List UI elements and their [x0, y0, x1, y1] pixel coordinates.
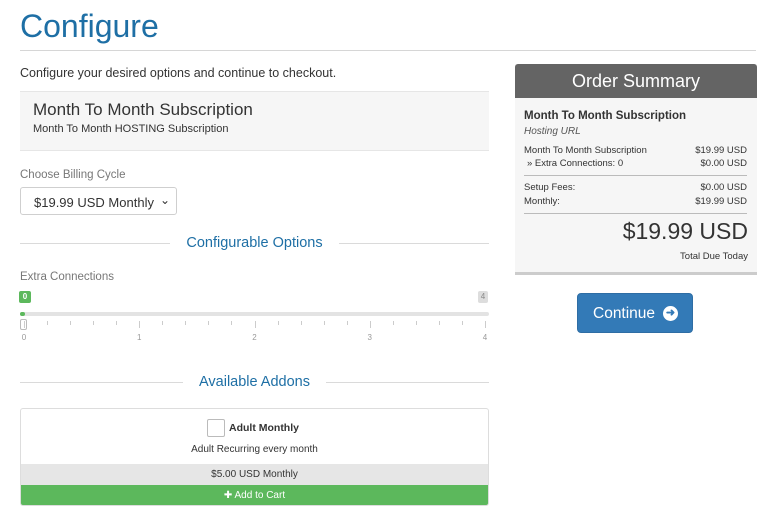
summary-total-label: Total Due Today — [680, 251, 748, 262]
slider-minor-tick — [415, 321, 417, 325]
order-summary-title: Order Summary — [515, 64, 757, 98]
intro-text: Configure your desired options and conti… — [20, 66, 337, 80]
summary-total: $19.99 USD — [622, 218, 748, 244]
slider-minor-tick — [231, 321, 233, 325]
summary-fee-row: Monthly: $19.99 USD — [524, 196, 747, 207]
summary-line-value: $19.99 USD — [695, 145, 747, 156]
slider-minor-tick — [116, 321, 118, 325]
slider-tick-label: 3 — [367, 333, 372, 342]
billing-cycle-select[interactable]: $19.99 USD Monthly ⌄ — [20, 187, 177, 215]
summary-divider — [524, 213, 747, 214]
slider-tick-label: 0 — [21, 333, 27, 342]
summary-fee-label: Monthly: — [524, 196, 560, 207]
add-to-cart-button[interactable]: ✚ Add to Cart — [21, 485, 488, 505]
slider-minor-tick — [47, 321, 49, 325]
continue-label: Continue — [593, 305, 656, 322]
slider-major-tick — [485, 321, 486, 328]
add-to-cart-label: Add to Cart — [234, 490, 286, 501]
summary-fee-row: Setup Fees: $0.00 USD — [524, 182, 747, 193]
heading-rule-right — [326, 382, 489, 383]
addon-name[interactable]: Adult Monthly — [229, 422, 299, 434]
summary-line-label: Month To Month Subscription — [524, 145, 647, 156]
order-summary-panel: Order Summary Month To Month Subscriptio… — [515, 64, 757, 275]
summary-fee-value: $19.99 USD — [695, 196, 747, 207]
billing-cycle-label: Choose Billing Cycle — [20, 169, 126, 181]
slider-tick-label: 4 — [482, 333, 488, 342]
slider-tick-label: 2 — [252, 333, 257, 342]
slider-min-badge: 0 — [19, 291, 31, 303]
slider-minor-tick — [392, 321, 394, 325]
summary-line-label: » Extra Connections: 0 — [527, 158, 624, 169]
slider-minor-tick — [323, 321, 325, 325]
slider-minor-tick — [185, 321, 187, 325]
continue-button[interactable]: Continue ➜ — [577, 293, 693, 333]
billing-cycle-value: $19.99 USD Monthly — [34, 195, 154, 210]
summary-product-url: Hosting URL — [524, 126, 581, 137]
slider-major-tick — [139, 321, 141, 328]
arrow-circle-right-icon: ➜ — [663, 306, 678, 321]
slider-minor-tick — [438, 321, 440, 325]
slider-major-tick — [369, 321, 371, 328]
title-divider — [20, 50, 756, 51]
addon-checkbox[interactable] — [207, 419, 225, 437]
heading-rule-right — [339, 243, 489, 244]
product-info-box: Month To Month Subscription Month To Mon… — [20, 91, 489, 151]
product-description: Month To Month HOSTING Subscription — [33, 123, 229, 135]
summary-fee-value: $0.00 USD — [700, 182, 747, 193]
slider-tick-label: 1 — [137, 333, 142, 342]
slider-major-tick — [24, 321, 25, 328]
slider-minor-tick — [461, 321, 463, 325]
summary-line-value: $0.00 USD — [700, 158, 747, 169]
slider-max-badge: 4 — [478, 291, 488, 303]
configurable-options-heading: Configurable Options — [20, 234, 489, 254]
product-name: Month To Month Subscription — [33, 100, 253, 119]
page-title: Configure — [20, 8, 159, 44]
slider-minor-tick — [300, 321, 302, 325]
slider-minor-tick — [208, 321, 210, 325]
slider-minor-tick — [93, 321, 95, 325]
available-addons-heading: Available Addons — [20, 373, 489, 393]
plus-icon: ✚ — [223, 490, 233, 501]
addon-card: Adult Monthly Adult Recurring every mont… — [20, 408, 489, 506]
slider-minor-tick — [277, 321, 279, 325]
summary-divider — [524, 175, 747, 176]
summary-line: » Extra Connections: 0 $0.00 USD — [524, 158, 747, 169]
summary-product-name: Month To Month Subscription — [524, 110, 687, 122]
addon-description: Adult Recurring every month — [191, 444, 318, 455]
chevron-down-icon: ⌄ — [159, 193, 170, 207]
extra-connections-slider[interactable] — [20, 312, 489, 316]
summary-line: Month To Month Subscription $19.99 USD — [524, 145, 747, 156]
slider-minor-tick — [162, 321, 164, 325]
slider-minor-tick — [70, 321, 72, 325]
slider-major-tick — [254, 321, 256, 328]
addon-price: $5.00 USD Monthly — [21, 464, 488, 485]
slider-fill — [20, 312, 25, 316]
slider-minor-tick — [346, 321, 348, 325]
extra-connections-label: Extra Connections — [20, 271, 114, 283]
summary-fee-label: Setup Fees: — [524, 182, 576, 193]
